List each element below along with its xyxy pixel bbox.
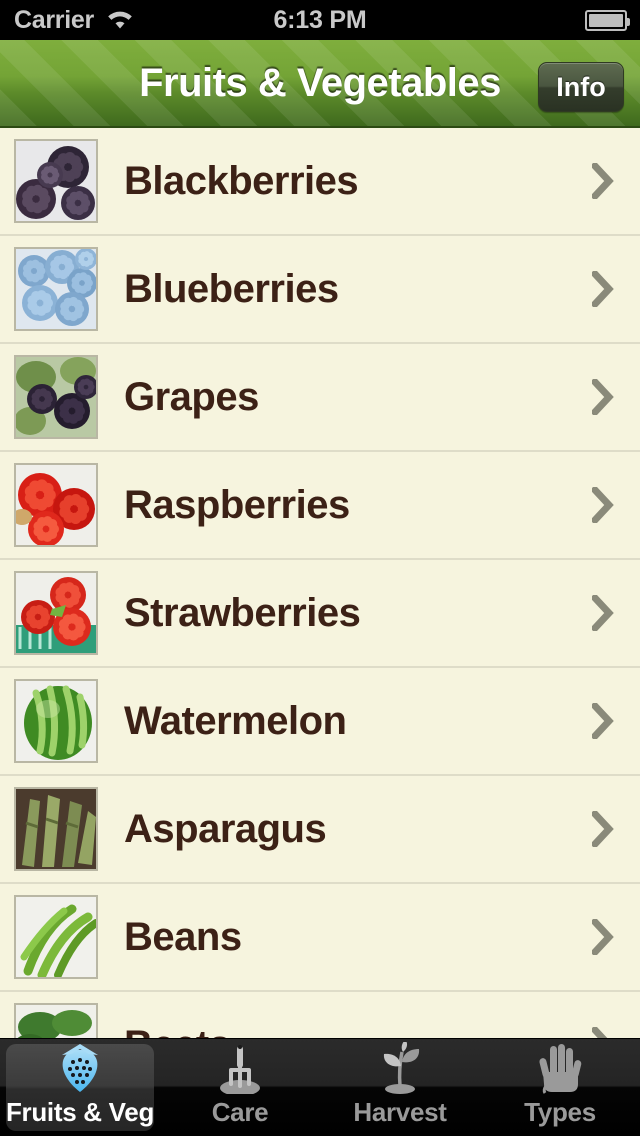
chevron-right-icon xyxy=(592,703,614,739)
asparagus-photo xyxy=(14,787,98,871)
page-title: Fruits & Vegetables xyxy=(139,60,501,105)
blackberries-photo xyxy=(14,139,98,223)
list-item[interactable]: Grapes xyxy=(0,344,640,452)
chevron-right-icon xyxy=(592,487,614,523)
tab-harvest[interactable]: Harvest xyxy=(320,1039,480,1136)
tab-types[interactable]: Types xyxy=(480,1039,640,1136)
list-item[interactable]: Asparagus xyxy=(0,776,640,884)
tab-label: Harvest xyxy=(353,1097,447,1127)
list-item[interactable]: Raspberries xyxy=(0,452,640,560)
watermelon-photo xyxy=(14,679,98,763)
navigation-bar: Fruits & Vegetables Info xyxy=(0,40,640,128)
list-item-label: Blueberries xyxy=(124,266,339,311)
list-item[interactable]: Strawberries xyxy=(0,560,640,668)
list-item-label: Beans xyxy=(124,914,242,959)
list-item-label: Watermelon xyxy=(124,698,347,743)
list-item[interactable]: Blackberries xyxy=(0,128,640,236)
info-button[interactable]: Info xyxy=(538,62,624,112)
tab-label: Fruits & Veg xyxy=(5,1097,155,1127)
list-item[interactable]: Blueberries xyxy=(0,236,640,344)
app-root: Carrier 6:13 PM Fruits & Vegetables Info… xyxy=(0,0,640,1136)
list-item-label: Asparagus xyxy=(124,806,327,851)
beans-photo xyxy=(14,895,98,979)
list-item-label: Raspberries xyxy=(124,482,350,527)
blueberries-photo xyxy=(14,247,98,331)
list-item[interactable]: Watermelon xyxy=(0,668,640,776)
chevron-right-icon xyxy=(592,811,614,847)
chevron-right-icon xyxy=(592,595,614,631)
strawberries-photo xyxy=(14,571,98,655)
status-bar-right xyxy=(585,0,630,40)
garden-fork-icon xyxy=(216,1042,264,1094)
status-bar: Carrier 6:13 PM xyxy=(0,0,640,40)
list-item-label: Blackberries xyxy=(124,158,359,203)
list-item[interactable]: Beans xyxy=(0,884,640,992)
grapes-photo xyxy=(14,355,98,439)
fruits-vegetables-list[interactable]: Blackberries Blueberries Grapes Raspberries… xyxy=(0,128,640,1046)
list-item-label: Strawberries xyxy=(124,590,361,635)
raspberries-photo xyxy=(14,463,98,547)
chevron-right-icon xyxy=(592,919,614,955)
tab-bar[interactable]: Fruits & Veg Care Harvest Types xyxy=(0,1038,640,1136)
clock-label: 6:13 PM xyxy=(273,5,367,34)
tab-fruits-veg[interactable]: Fruits & Veg xyxy=(0,1039,160,1136)
tab-label: Care xyxy=(211,1097,269,1127)
chevron-right-icon xyxy=(592,379,614,415)
strawberry-icon xyxy=(53,1042,107,1094)
glove-icon xyxy=(537,1042,583,1094)
tab-label: Types xyxy=(524,1097,596,1127)
list-item-label: Grapes xyxy=(124,374,259,419)
battery-icon xyxy=(585,9,630,31)
chevron-right-icon xyxy=(592,271,614,307)
tab-care[interactable]: Care xyxy=(160,1039,320,1136)
chevron-right-icon xyxy=(592,163,614,199)
seedling-icon xyxy=(374,1042,426,1094)
